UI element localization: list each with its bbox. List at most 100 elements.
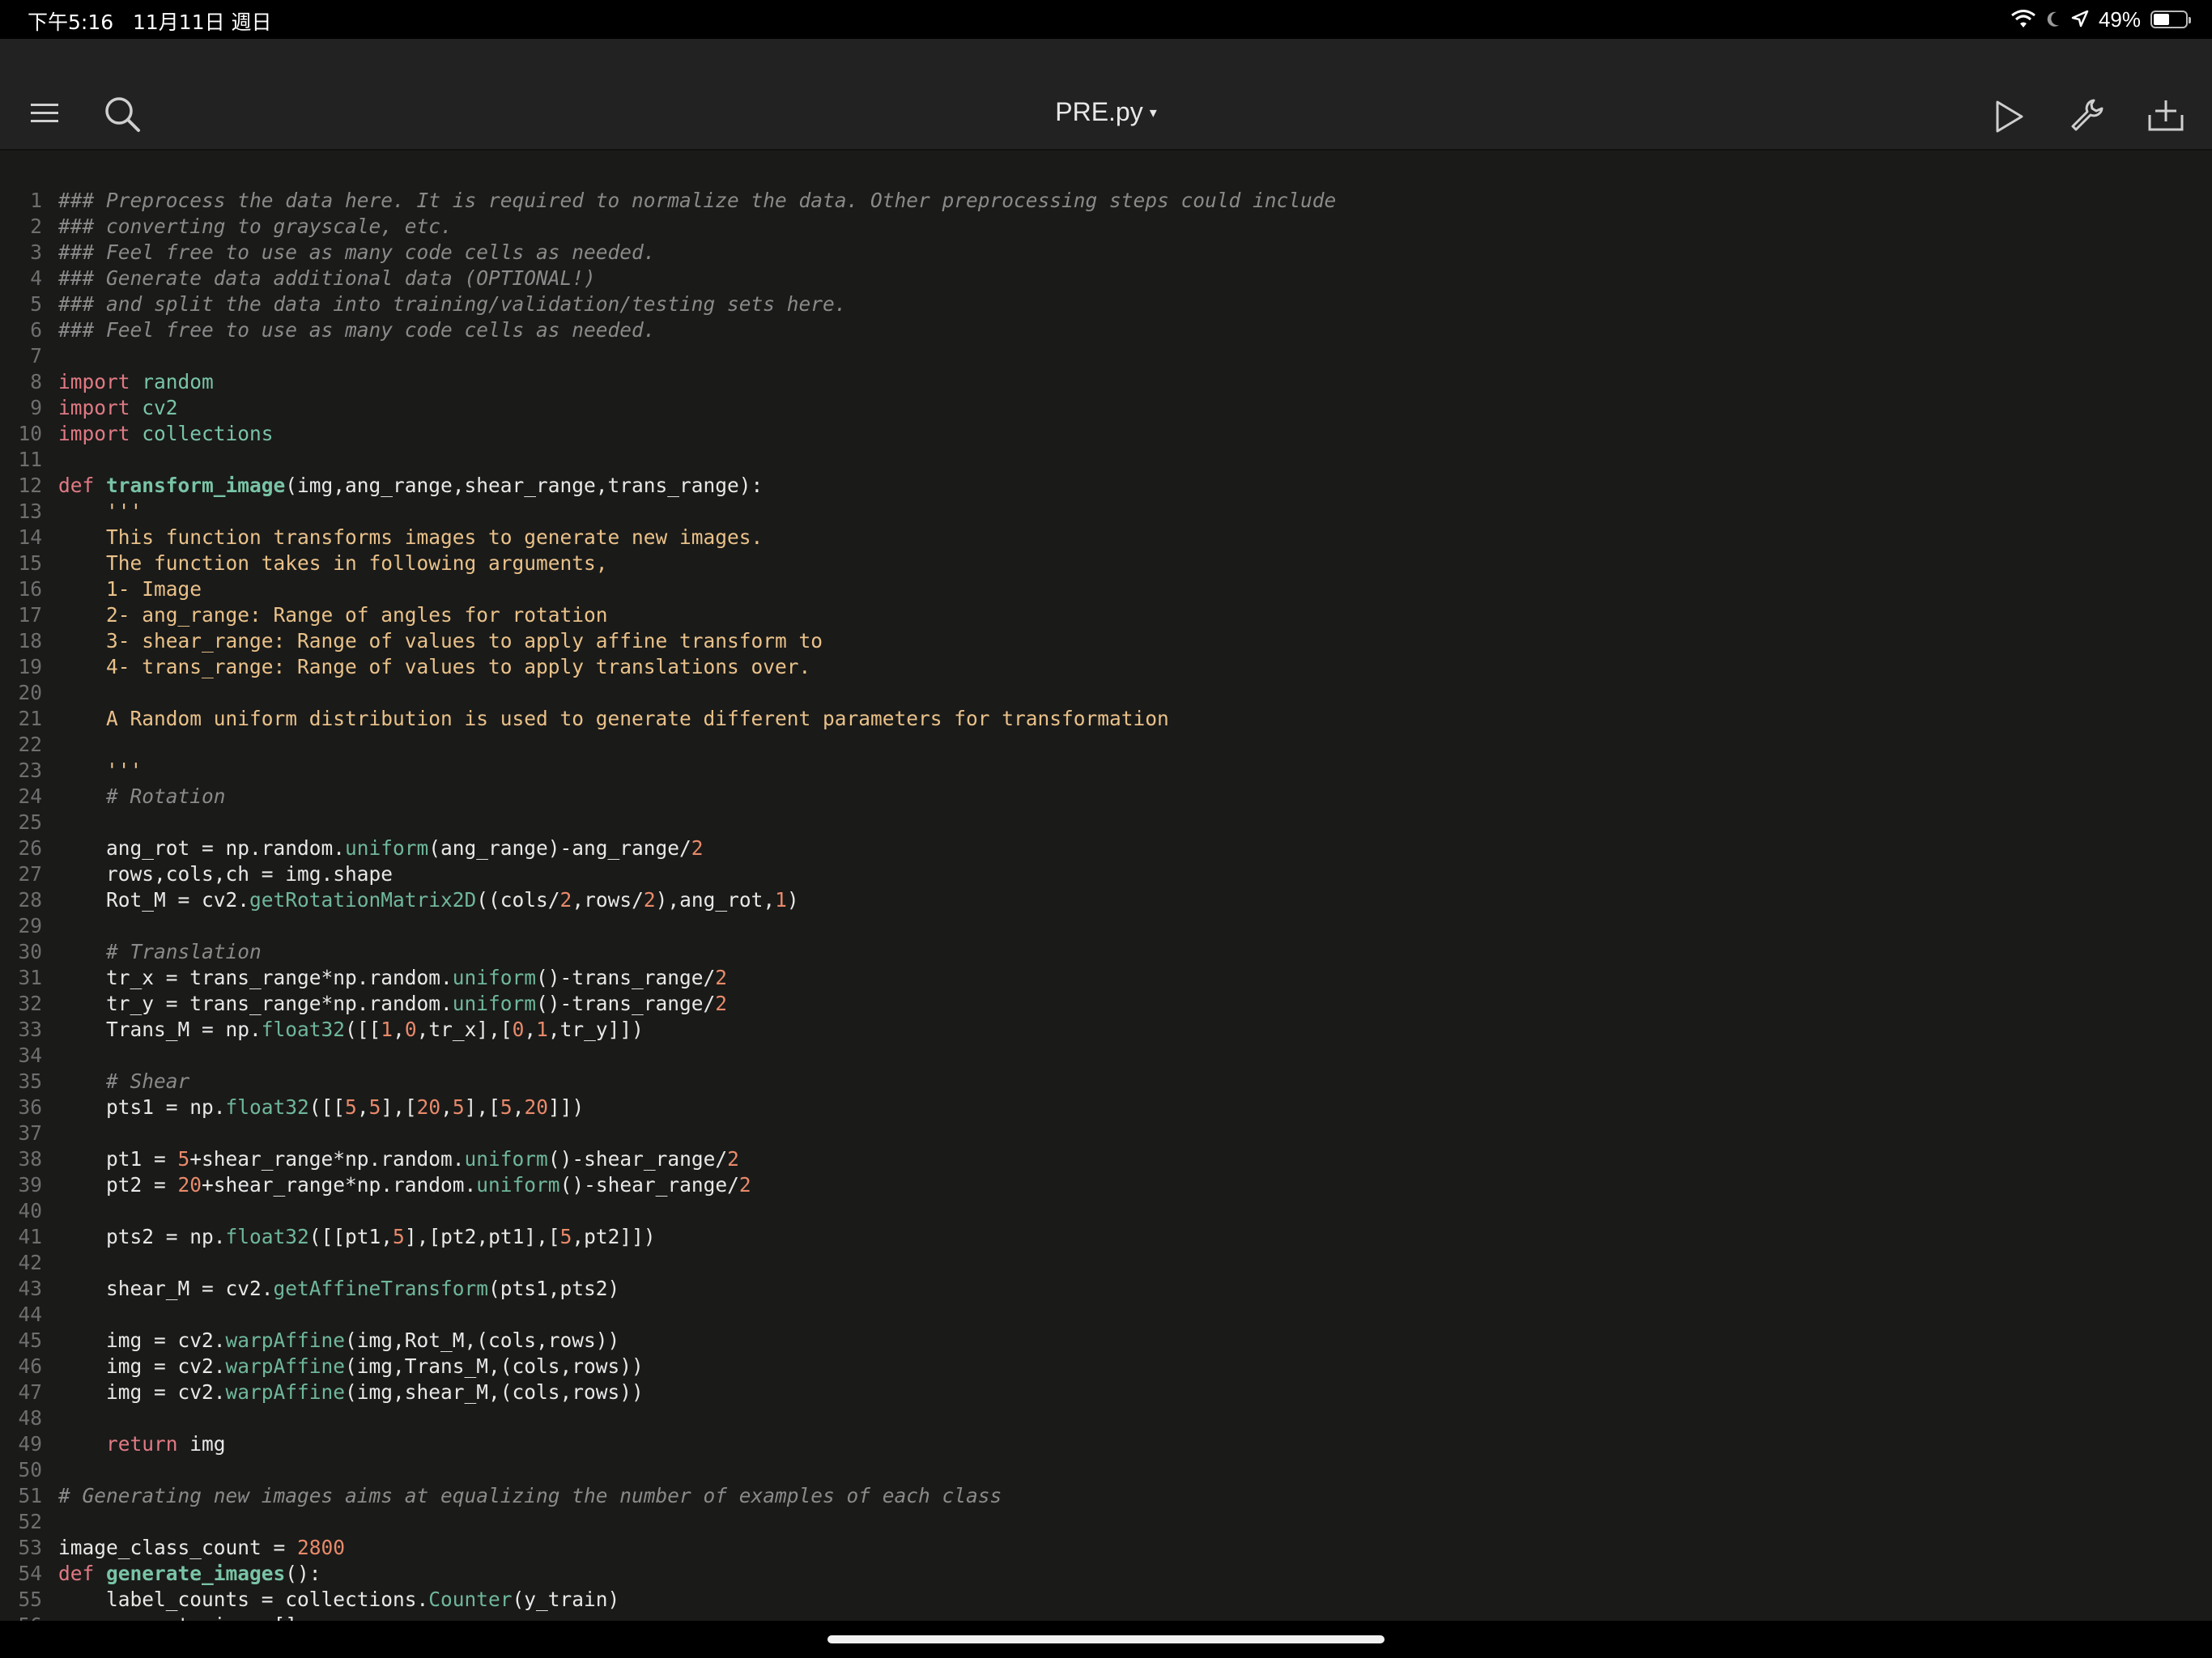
menu-icon[interactable] <box>31 102 58 125</box>
code-token: 5 <box>500 1095 513 1119</box>
code-token: 0 <box>404 1018 417 1041</box>
code-line[interactable]: 14 This function transforms images to ge… <box>0 525 2212 551</box>
code-line[interactable]: 51 # Generating new images aims at equali… <box>0 1483 2212 1509</box>
code-line[interactable]: 10 import collections <box>0 421 2212 447</box>
code-line[interactable]: 20 <box>0 680 2212 706</box>
code-line[interactable]: 27 rows,cols,ch = img.shape <box>0 861 2212 887</box>
code-token: ()-shear_range/ <box>547 1147 728 1171</box>
code-token: This function transforms images to gener… <box>58 525 764 549</box>
run-icon[interactable] <box>1993 99 2026 134</box>
code-line[interactable]: 43 shear_M = cv2.getAffineTransform(pts1… <box>0 1276 2212 1302</box>
code-token: ### Preprocess the data here. It is requ… <box>58 189 1337 212</box>
code-token: # Rotation <box>106 784 226 808</box>
file-title-button[interactable]: PRE.py ▾ <box>972 97 1240 127</box>
code-line[interactable]: 31 tr_x = trans_range*np.random.uniform(… <box>0 965 2212 991</box>
code-line[interactable]: 44 <box>0 1302 2212 1328</box>
code-line[interactable]: 53 image_class_count = 2800 <box>0 1535 2212 1561</box>
code-line[interactable]: 15 The function takes in following argum… <box>0 551 2212 576</box>
code-line[interactable]: 21 A Random uniform distribution is used… <box>0 706 2212 732</box>
line-number: 56 <box>0 1613 42 1621</box>
code-line[interactable]: 19 4- trans_range: Range of values to ap… <box>0 654 2212 680</box>
code-text: def generate_images(): <box>58 1561 321 1587</box>
code-token: , <box>356 1095 369 1119</box>
code-token: ### and split the data into training/val… <box>58 292 847 316</box>
code-line[interactable]: 18 3- shear_range: Range of values to ap… <box>0 628 2212 654</box>
code-line[interactable]: 1 ### Preprocess the data here. It is req… <box>0 188 2212 214</box>
code-text: 3- shear_range: Range of values to apply… <box>58 628 823 654</box>
code-line[interactable]: 32 tr_y = trans_range*np.random.uniform(… <box>0 991 2212 1017</box>
code-line[interactable]: 30 # Translation <box>0 939 2212 965</box>
code-line[interactable]: 28 Rot_M = cv2.getRotationMatrix2D((cols… <box>0 887 2212 913</box>
code-line[interactable]: 12 def transform_image(img,ang_range,shea… <box>0 473 2212 499</box>
code-line[interactable]: 56 new_x_train = [] <box>0 1613 2212 1621</box>
code-line[interactable]: 52 <box>0 1509 2212 1535</box>
code-line[interactable]: 6 ### Feel free to use as many code cells… <box>0 317 2212 343</box>
code-line[interactable]: 8 import random <box>0 369 2212 395</box>
code-line[interactable]: 3 ### Feel free to use as many code cells… <box>0 240 2212 266</box>
code-line[interactable]: 40 <box>0 1198 2212 1224</box>
code-line[interactable]: 16 1- Image <box>0 576 2212 602</box>
code-text: # Translation <box>58 939 262 965</box>
code-token: 2- ang_range: Range of angles for rotati… <box>58 603 608 627</box>
code-text: This function transforms images to gener… <box>58 525 763 551</box>
code-line[interactable]: 47 img = cv2.warpAffine(img,shear_M,(col… <box>0 1380 2212 1405</box>
code-token: ang_rot = np.random. <box>58 836 346 860</box>
code-line[interactable]: 37 <box>0 1120 2212 1146</box>
code-line[interactable]: 29 <box>0 913 2212 939</box>
code-text: rows,cols,ch = img.shape <box>58 861 393 887</box>
code-token: tr_y = trans_range*np.random. <box>58 992 453 1015</box>
code-token: rows,cols,ch = img.shape <box>58 862 393 886</box>
code-line[interactable]: 48 <box>0 1405 2212 1431</box>
code-text: tr_x = trans_range*np.random.uniform()-t… <box>58 965 727 991</box>
code-line[interactable]: 35 # Shear <box>0 1069 2212 1095</box>
code-token: (img,Trans_M,(cols,rows)) <box>345 1354 644 1378</box>
code-line[interactable]: 24 # Rotation <box>0 784 2212 810</box>
code-token: ],[ <box>464 1095 500 1119</box>
code-line[interactable]: 39 pt2 = 20+shear_range*np.random.unifor… <box>0 1172 2212 1198</box>
code-line[interactable]: 54 def generate_images(): <box>0 1561 2212 1587</box>
code-text: 2- ang_range: Range of angles for rotati… <box>58 602 608 628</box>
code-token: transform_image <box>106 474 286 497</box>
code-line[interactable]: 50 <box>0 1457 2212 1483</box>
code-token: , <box>524 1018 537 1041</box>
code-line[interactable]: 7 <box>0 343 2212 369</box>
code-line[interactable]: 4 ### Generate data additional data (OPTI… <box>0 266 2212 291</box>
code-line[interactable]: 2 ### converting to grayscale, etc. <box>0 214 2212 240</box>
code-token: (pts1,pts2) <box>488 1277 620 1300</box>
code-text: return img <box>58 1431 226 1457</box>
code-text: pts1 = np.float32([[5,5],[20,5],[5,20]]) <box>58 1095 584 1120</box>
code-line[interactable]: 41 pts2 = np.float32([[pt1,5],[pt2,pt1],… <box>0 1224 2212 1250</box>
code-line[interactable]: 17 2- ang_range: Range of angles for rot… <box>0 602 2212 628</box>
code-line[interactable]: 5 ### and split the data into training/va… <box>0 291 2212 317</box>
code-line[interactable]: 11 <box>0 447 2212 473</box>
code-line[interactable]: 36 pts1 = np.float32([[5,5],[20,5],[5,20… <box>0 1095 2212 1120</box>
code-line[interactable]: 49 return img <box>0 1431 2212 1457</box>
add-icon[interactable] <box>2147 97 2184 133</box>
code-line[interactable]: 38 pt1 = 5+shear_range*np.random.uniform… <box>0 1146 2212 1172</box>
code-text: image_class_count = 2800 <box>58 1535 345 1561</box>
code-token: (img,Rot_M,(cols,rows)) <box>345 1329 620 1352</box>
code-line[interactable]: 9 import cv2 <box>0 395 2212 421</box>
code-line[interactable]: 23 ''' <box>0 758 2212 784</box>
home-indicator[interactable] <box>827 1635 1385 1643</box>
code-token: float32 <box>225 1095 309 1119</box>
code-line[interactable]: 13 ''' <box>0 499 2212 525</box>
code-line[interactable]: 22 <box>0 732 2212 758</box>
code-line[interactable]: 55 label_counts = collections.Counter(y_… <box>0 1587 2212 1613</box>
wrench-icon[interactable] <box>2069 97 2105 133</box>
code-line[interactable]: 34 <box>0 1043 2212 1069</box>
code-line[interactable]: 25 <box>0 810 2212 835</box>
search-icon[interactable] <box>104 96 141 133</box>
code-text: pts2 = np.float32([[pt1,5],[pt2,pt1],[5,… <box>58 1224 656 1250</box>
line-number: 49 <box>18 1432 42 1456</box>
code-line[interactable]: 42 <box>0 1250 2212 1276</box>
code-line[interactable]: 33 Trans_M = np.float32([[1,0,tr_x],[0,1… <box>0 1017 2212 1043</box>
code-line[interactable]: 46 img = cv2.warpAffine(img,Trans_M,(col… <box>0 1354 2212 1380</box>
code-line[interactable]: 26 ang_rot = np.random.uniform(ang_range… <box>0 835 2212 861</box>
code-editor[interactable]: 1 ### Preprocess the data here. It is req… <box>0 151 2212 1621</box>
code-line[interactable]: 45 img = cv2.warpAffine(img,Rot_M,(cols,… <box>0 1328 2212 1354</box>
